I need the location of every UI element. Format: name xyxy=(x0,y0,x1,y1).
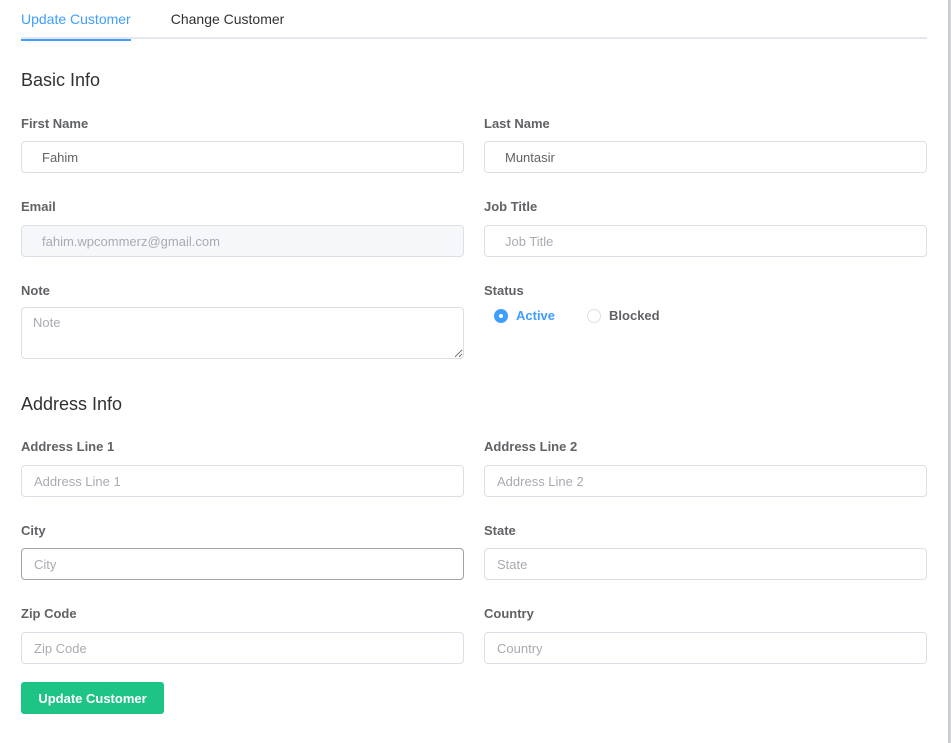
note-textarea[interactable] xyxy=(21,307,464,359)
status-field: Status Active Blocked xyxy=(484,282,927,323)
status-blocked-label: Blocked xyxy=(609,308,660,323)
status-active-label: Active xyxy=(516,308,556,323)
email-field: Email xyxy=(21,198,464,257)
status-radio-active[interactable]: Active xyxy=(494,308,555,323)
tab-update-customer[interactable]: Update Customer xyxy=(21,0,131,41)
state-input[interactable] xyxy=(484,548,927,580)
country-field: Country xyxy=(484,605,927,664)
email-input[interactable] xyxy=(21,225,464,257)
address-line-2-input[interactable] xyxy=(484,465,927,497)
email-label: Email xyxy=(21,199,56,214)
zip-code-field: Zip Code xyxy=(21,605,464,664)
zip-code-input[interactable] xyxy=(21,632,464,664)
job-title-label: Job Title xyxy=(484,199,538,214)
note-field: Note xyxy=(21,282,464,359)
state-field: State xyxy=(484,522,927,580)
address-line-1-input[interactable] xyxy=(21,465,464,497)
address-line-1-field: Address Line 1 xyxy=(21,438,464,497)
job-title-field: Job Title xyxy=(484,198,927,257)
status-radio-group: Active Blocked xyxy=(494,308,692,323)
window-edge xyxy=(948,0,950,743)
city-label: City xyxy=(21,523,46,538)
radio-unchecked-icon xyxy=(587,308,602,323)
last-name-input[interactable] xyxy=(484,141,927,173)
address-line-1-label: Address Line 1 xyxy=(21,439,115,454)
city-input[interactable] xyxy=(21,548,464,580)
first-name-input[interactable] xyxy=(21,141,464,173)
zip-code-label: Zip Code xyxy=(21,606,77,621)
status-label: Status xyxy=(484,283,524,298)
radio-checked-icon xyxy=(494,308,508,323)
first-name-label: First Name xyxy=(21,116,89,131)
first-name-field: First Name xyxy=(21,115,464,173)
tab-change-customer[interactable]: Change Customer xyxy=(171,0,285,39)
country-input[interactable] xyxy=(484,632,927,664)
country-label: Country xyxy=(484,606,534,621)
tab-bar: Update Customer Change Customer xyxy=(21,0,927,41)
basic-info-heading: Basic Info xyxy=(21,70,101,90)
last-name-label: Last Name xyxy=(484,116,550,131)
address-line-2-label: Address Line 2 xyxy=(484,439,578,454)
note-label: Note xyxy=(21,283,50,298)
status-radio-blocked[interactable]: Blocked xyxy=(587,308,660,323)
address-info-heading: Address Info xyxy=(21,394,123,414)
city-field: City xyxy=(21,522,464,580)
update-customer-button[interactable]: Update Customer xyxy=(21,682,164,714)
last-name-field: Last Name xyxy=(484,115,927,173)
job-title-input[interactable] xyxy=(484,225,927,257)
address-line-2-field: Address Line 2 xyxy=(484,438,927,497)
customer-form-page: Update Customer Change Customer Basic In… xyxy=(0,0,951,743)
state-label: State xyxy=(484,523,516,538)
